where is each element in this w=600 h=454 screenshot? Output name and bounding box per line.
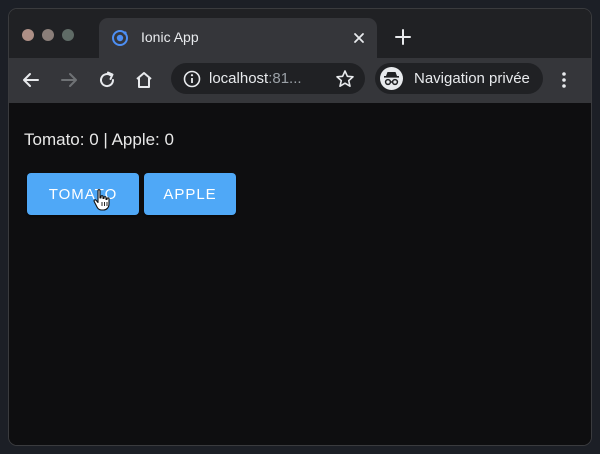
- counts-label: Tomato: 0 | Apple: 0: [24, 130, 174, 149]
- close-window-dot[interactable]: [22, 29, 34, 41]
- hand-pointer-cursor-icon: [93, 189, 110, 211]
- url-host: localhost: [209, 70, 269, 87]
- close-tab-icon[interactable]: [351, 30, 367, 46]
- home-icon[interactable]: [134, 70, 154, 90]
- url-port: :81...: [268, 70, 302, 87]
- site-info-icon[interactable]: [183, 70, 201, 88]
- reload-icon[interactable]: [97, 70, 117, 90]
- minimize-window-dot[interactable]: [42, 29, 54, 41]
- more-options-icon[interactable]: [557, 70, 571, 90]
- forward-arrow-icon[interactable]: [59, 70, 79, 90]
- ionic-icon: [112, 30, 128, 46]
- url-text: localhost:81...: [209, 70, 302, 87]
- bookmark-star-icon[interactable]: [335, 69, 355, 89]
- tab-title: Ionic App: [141, 29, 199, 45]
- back-arrow-icon[interactable]: [21, 70, 41, 90]
- browser-window: Ionic App localhost:81... Navigation pri…: [9, 9, 591, 445]
- profile-label: Navigation privée: [414, 70, 530, 87]
- tomato-button[interactable]: TOMATO: [27, 173, 139, 215]
- tab-ionic-app[interactable]: Ionic App: [99, 18, 377, 58]
- address-bar[interactable]: localhost:81...: [171, 63, 365, 94]
- page-content: Tomato: 0 | Apple: 0 TOMATO APPLE: [9, 103, 591, 445]
- apple-button[interactable]: APPLE: [144, 173, 236, 215]
- incognito-profile-button[interactable]: Navigation privée: [375, 63, 543, 94]
- browser-toolbar: localhost:81... Navigation privée: [9, 58, 591, 103]
- maximize-window-dot[interactable]: [62, 29, 74, 41]
- incognito-icon: [380, 67, 403, 90]
- new-tab-icon[interactable]: [395, 29, 411, 45]
- tab-strip: Ionic App: [9, 9, 591, 58]
